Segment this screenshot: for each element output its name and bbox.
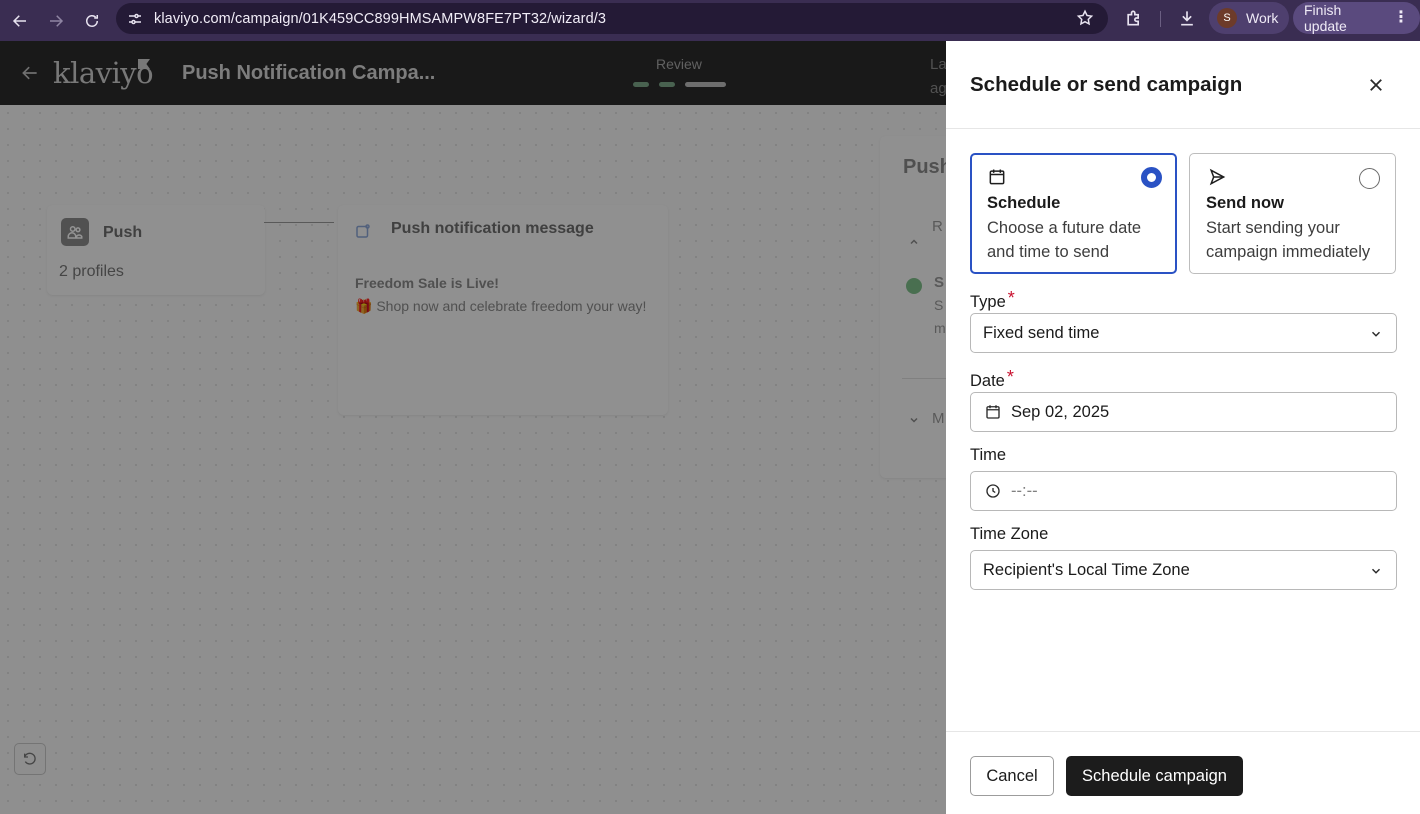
forward-icon[interactable] (44, 9, 68, 33)
drawer-title: Schedule or send campaign (970, 73, 1243, 96)
schedule-option[interactable]: Schedule Choose a future date and time t… (970, 153, 1177, 274)
date-field-value: Sep 02, 2025 (1011, 402, 1110, 421)
close-button[interactable] (1364, 73, 1388, 97)
type-label-text: Type (970, 293, 1006, 311)
time-field-placeholder: --:-- (1011, 481, 1038, 500)
schedule-option-description: Choose a future date and time to send (987, 219, 1142, 261)
modal-backdrop[interactable] (0, 41, 946, 814)
send-icon (1209, 168, 1226, 186)
site-settings-icon[interactable] (126, 10, 144, 28)
send-now-radio[interactable] (1359, 168, 1380, 189)
profile-label: Work (1246, 10, 1279, 26)
date-field[interactable]: Sep 02, 2025 (970, 392, 1397, 432)
calendar-icon (986, 405, 1000, 419)
finish-update-label: Finish update (1304, 2, 1347, 34)
date-label-text: Date (970, 372, 1005, 390)
send-now-option[interactable]: Send now Start sending your campaign imm… (1189, 153, 1396, 274)
schedule-campaign-button[interactable]: Schedule campaign (1066, 756, 1243, 796)
time-field[interactable]: --:-- (970, 471, 1397, 511)
send-now-option-label: Send now (1206, 194, 1284, 212)
drawer-header: Schedule or send campaign (946, 41, 1420, 129)
timezone-select[interactable]: Recipient's Local Time Zone (970, 550, 1397, 590)
schedule-option-label: Schedule (987, 194, 1061, 212)
date-label: Date * (970, 367, 1014, 391)
type-label: Type * (970, 288, 1015, 312)
type-select-value: Fixed send time (983, 323, 1100, 342)
calendar-icon (989, 169, 1005, 185)
timezone-label: Time Zone (970, 525, 1049, 543)
schedule-drawer: Schedule or send campaign Schedule Choos… (946, 41, 1420, 814)
reload-icon[interactable] (80, 9, 104, 33)
timezone-select-value: Recipient's Local Time Zone (983, 560, 1190, 579)
chevron-down-icon (1371, 568, 1381, 574)
avatar: S (1217, 8, 1237, 28)
drawer-footer: Cancel Schedule campaign (946, 731, 1420, 814)
back-icon[interactable] (8, 9, 32, 33)
required-marker: * (1007, 288, 1015, 308)
close-icon (1370, 79, 1382, 91)
toolbar-divider (1160, 11, 1161, 27)
time-label: Time (970, 446, 1007, 464)
required-marker: * (1006, 367, 1014, 387)
address-bar[interactable]: klaviyo.com/campaign/01K459CC899HMSAMPW8… (116, 3, 1108, 34)
cancel-button[interactable]: Cancel (970, 756, 1054, 796)
extensions-icon[interactable] (1124, 8, 1144, 28)
chevron-down-icon (1371, 331, 1381, 337)
profile-button[interactable]: S Work (1209, 2, 1290, 34)
clock-icon (986, 484, 1000, 498)
more-icon: ⋮ (1393, 9, 1409, 26)
schedule-radio[interactable] (1141, 167, 1162, 188)
download-icon[interactable] (1177, 8, 1197, 28)
send-now-option-description: Start sending your campaign immediately (1206, 219, 1371, 261)
star-icon[interactable] (1076, 9, 1094, 27)
type-select[interactable]: Fixed send time (970, 313, 1397, 353)
url-text: klaviyo.com/campaign/01K459CC899HMSAMPW8… (154, 10, 607, 27)
finish-update-button[interactable]: Finish update ⋮ (1293, 2, 1420, 34)
